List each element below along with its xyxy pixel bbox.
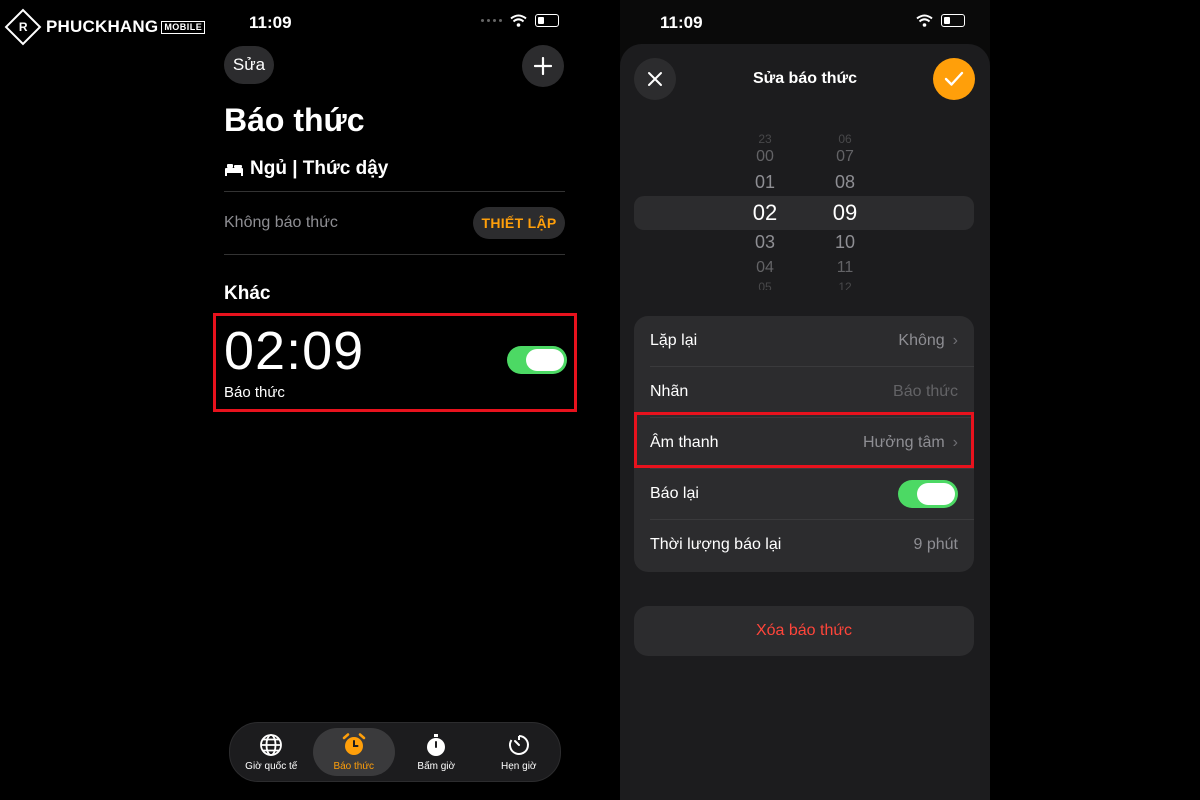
label-row[interactable]: Nhãn Báo thức	[650, 367, 958, 417]
status-icons	[481, 14, 559, 27]
selected-hour: 02	[752, 200, 778, 225]
delete-alarm-button[interactable]: Xóa báo thức	[634, 606, 974, 656]
globe-icon	[260, 733, 283, 756]
signal-icon	[481, 19, 502, 22]
alarm-clock-icon	[342, 732, 365, 755]
tab-stopwatch[interactable]: Bấm giờ	[395, 728, 477, 776]
picker-row: 00 07	[756, 148, 854, 165]
status-time: 11:09	[249, 13, 292, 32]
snooze-toggle[interactable]	[898, 480, 958, 508]
timer-icon	[508, 734, 529, 755]
picker-row: 01 08	[754, 172, 856, 192]
tab-timer[interactable]: Hẹn giờ	[478, 728, 560, 776]
brand-logo: R PHUCKHANG MOBILE	[4, 8, 206, 46]
snooze-label: Báo lại	[650, 485, 699, 502]
alarm-item[interactable]: 02:09 Báo thức	[224, 320, 569, 410]
battery-icon	[535, 14, 559, 27]
setup-button[interactable]: THIẾT LẬP	[473, 207, 565, 239]
stopwatch-icon	[427, 733, 446, 756]
other-section-title: Khác	[224, 283, 271, 304]
alarm-label: Báo thức	[224, 384, 285, 401]
wifi-icon	[510, 14, 527, 27]
snooze-row: Báo lại	[650, 469, 958, 519]
picker-row: 03 10	[754, 232, 856, 252]
add-alarm-button[interactable]	[522, 45, 564, 87]
alarm-toggle[interactable]	[507, 346, 567, 374]
chevron-right-icon: ›	[952, 332, 958, 349]
tab-label: Hẹn giờ	[501, 760, 537, 772]
snooze-duration-value: 9 phút	[913, 536, 958, 553]
page-title: Báo thức	[224, 102, 365, 138]
logo-subtext: MOBILE	[161, 20, 206, 34]
checkmark-icon	[944, 71, 964, 86]
wifi-icon	[916, 14, 933, 27]
picker-row: 04 11	[756, 259, 854, 276]
repeat-row[interactable]: Lặp lại Không ›	[650, 316, 958, 366]
label-label: Nhãn	[650, 383, 689, 400]
tab-alarm[interactable]: Báo thức	[312, 728, 395, 776]
sound-highlight-box	[634, 412, 974, 468]
divider	[224, 191, 565, 192]
alarm-list-screen: 11:09 Sửa Báo thức Ngủ | Thức dậy Không …	[209, 0, 581, 800]
plus-icon	[534, 57, 552, 75]
edit-alarm-screen: 11:09 Sửa báo thức 23 06 00 07 01 08 02 09 0…	[620, 0, 990, 800]
confirm-button[interactable]	[933, 58, 975, 100]
logo-text: PHUCKHANG	[46, 17, 159, 36]
divider	[224, 254, 565, 255]
snooze-duration-label: Thời lượng báo lại	[650, 536, 782, 553]
tab-label: Bấm giờ	[417, 760, 456, 772]
tab-label: Giờ quốc tế	[245, 760, 298, 772]
status-icons	[916, 14, 965, 27]
repeat-label: Lặp lại	[650, 332, 698, 349]
logo-mark-icon: R	[4, 8, 42, 46]
edit-button[interactable]: Sửa	[224, 46, 274, 84]
sleep-title-text: Ngủ | Thức dậy	[250, 158, 389, 179]
picker-row: 23 06	[758, 132, 852, 146]
time-picker[interactable]: 23 06 00 07 01 08 02 09 03 10 04 11 05 12	[620, 126, 990, 296]
alarm-time: 02:09	[224, 321, 365, 381]
no-alarm-text: Không báo thức	[224, 214, 338, 231]
repeat-value: Không	[898, 332, 945, 349]
tab-label: Báo thức	[333, 760, 375, 772]
picker-row: 05 12	[758, 280, 852, 290]
sleep-section-title: Ngủ | Thức dậy	[224, 158, 388, 180]
picker-selected-row: 02 09	[620, 200, 990, 226]
label-value[interactable]: Báo thức	[893, 383, 958, 401]
tab-world-clock[interactable]: Giờ quốc tế	[230, 728, 312, 776]
status-time: 11:09	[660, 13, 703, 32]
bed-icon	[225, 164, 243, 176]
snooze-duration-row[interactable]: Thời lượng báo lại 9 phút	[650, 520, 958, 570]
tab-bar: Giờ quốc tế Báo thức Bấm giờ Hẹn giờ	[229, 722, 561, 782]
battery-icon	[941, 14, 965, 27]
selected-minute: 09	[832, 200, 858, 225]
